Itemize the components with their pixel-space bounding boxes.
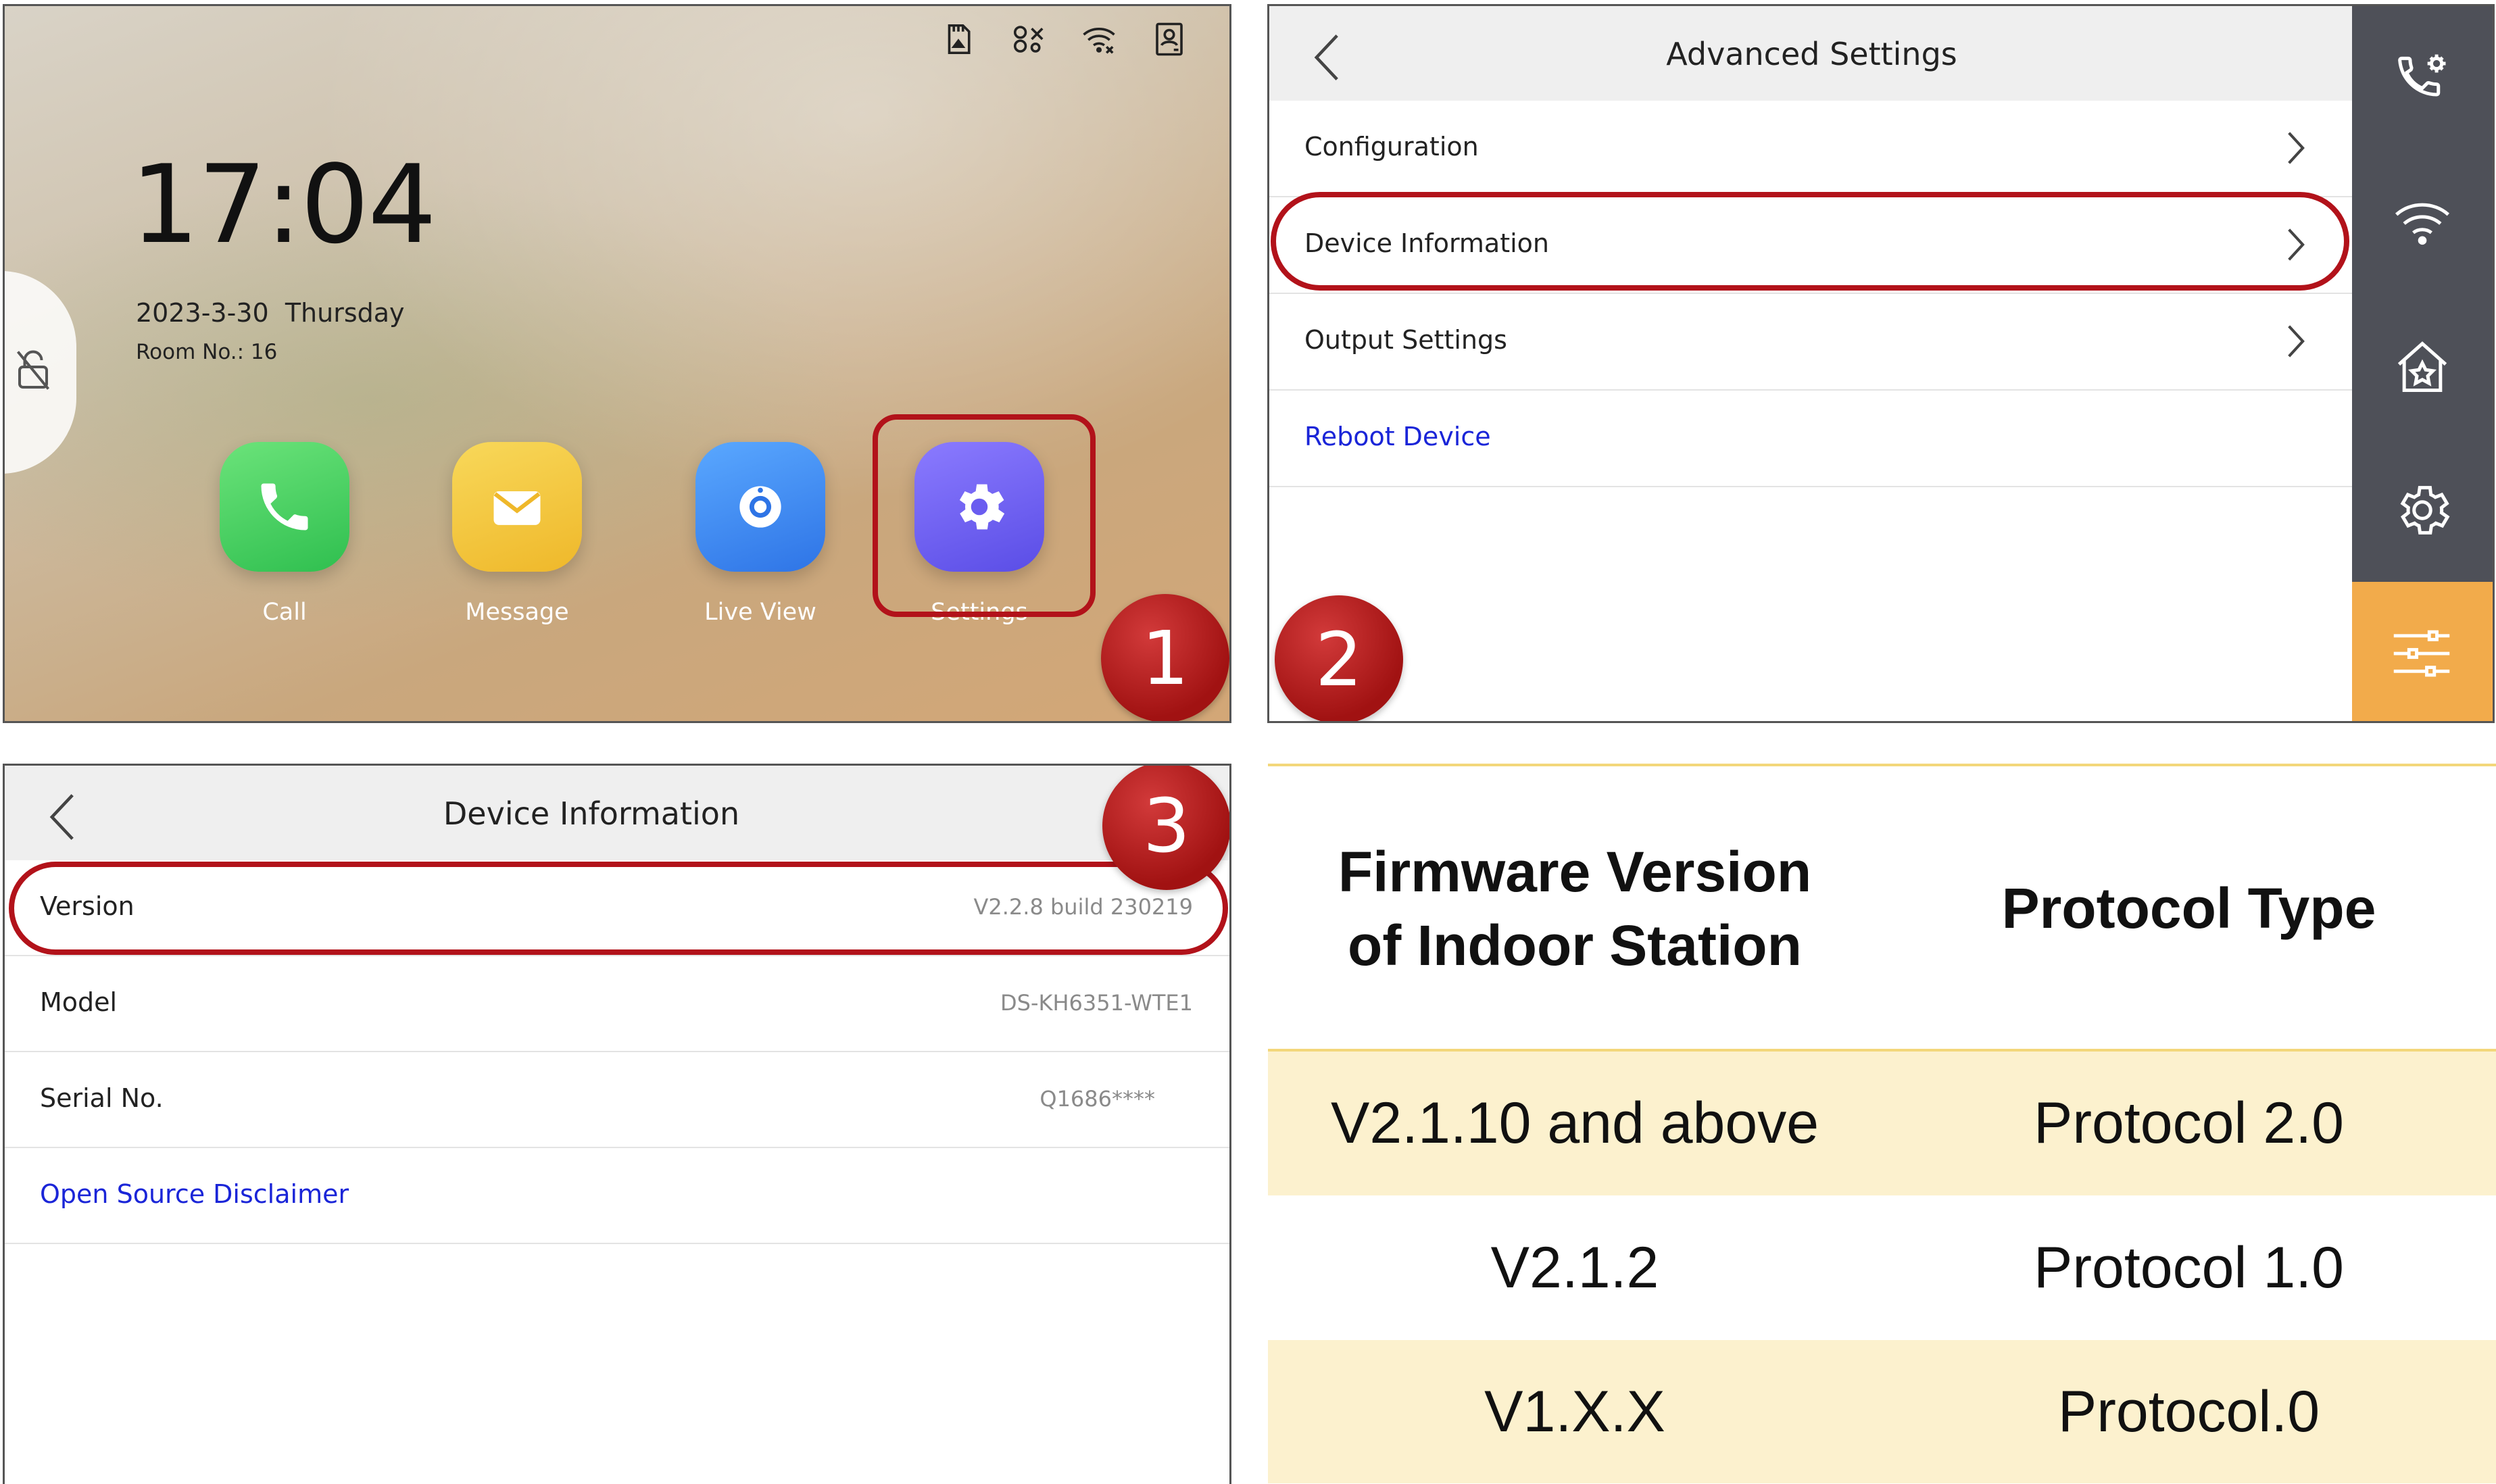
call-settings-icon[interactable] bbox=[2391, 48, 2453, 110]
app-message[interactable]: Message bbox=[449, 442, 585, 626]
protocol-cell: Protocol.0 bbox=[2057, 1379, 2320, 1444]
header-protocol-type: Protocol Type bbox=[2001, 876, 2376, 941]
advanced-settings-header: Advanced Settings bbox=[1269, 6, 2354, 101]
firmware-cell: V1.X.X bbox=[1484, 1379, 1665, 1444]
envelope-icon bbox=[493, 491, 541, 525]
room-number: Room No.: 16 bbox=[136, 340, 278, 364]
unlock-off-icon bbox=[16, 350, 50, 390]
open-source-disclaimer-link[interactable]: Open Source Disclaimer bbox=[40, 1179, 349, 1209]
home-star-icon[interactable] bbox=[2391, 336, 2453, 398]
gear-icon[interactable] bbox=[2391, 479, 2453, 541]
app-call[interactable]: Call bbox=[217, 442, 352, 626]
protocol-cell: Protocol 1.0 bbox=[2034, 1235, 2344, 1300]
menu-item-output-settings[interactable]: Output Settings bbox=[1269, 294, 2354, 391]
device-information-panel: Device Information Version V2.2.8 build … bbox=[3, 764, 1231, 1484]
status-bar bbox=[940, 21, 1188, 57]
step-badge-2: 2 bbox=[1275, 595, 1403, 721]
home-screen-panel: 17:04 2023-3-30 Thursday Room No.: 16 Ca… bbox=[3, 4, 1231, 723]
serial-value: Q1686**** bbox=[1039, 1086, 1155, 1112]
header-firmware-version: Firmware Version of Indoor Station bbox=[1338, 839, 1812, 977]
model-label: Model bbox=[40, 987, 118, 1017]
live-view-tile[interactable] bbox=[695, 442, 825, 572]
table-row: V2.1.10 and above Protocol 2.0 bbox=[1268, 1052, 2496, 1195]
device-information-header: Device Information bbox=[5, 766, 1229, 860]
wifi-icon[interactable] bbox=[2391, 191, 2453, 253]
phone-icon bbox=[261, 483, 308, 530]
device-information-highlight-ring bbox=[1271, 192, 2349, 291]
chevron-right-icon bbox=[2288, 325, 2305, 357]
menu-item-configuration[interactable]: Configuration bbox=[1269, 101, 2354, 197]
serial-label: Serial No. bbox=[40, 1083, 164, 1113]
call-label: Call bbox=[262, 599, 307, 626]
live-view-label: Live View bbox=[704, 599, 816, 626]
link-off-icon bbox=[1013, 26, 1044, 53]
message-tile[interactable] bbox=[452, 442, 582, 572]
menu-item-label: Output Settings bbox=[1304, 325, 1507, 355]
camera-icon bbox=[739, 486, 781, 528]
model-value: DS-KH6351-WTE1 bbox=[1000, 990, 1193, 1016]
info-row-open-source[interactable]: Open Source Disclaimer bbox=[5, 1148, 1229, 1244]
settings-highlight-ring bbox=[873, 414, 1096, 617]
advanced-settings-tab-active[interactable] bbox=[2352, 582, 2493, 721]
info-row-serial: Serial No. Q1686**** bbox=[5, 1052, 1229, 1148]
sliders-icon bbox=[2393, 630, 2450, 677]
table-row: V2.1.2 Protocol 1.0 bbox=[1268, 1195, 2496, 1340]
person-card-icon bbox=[1156, 22, 1183, 56]
sd-card-icon bbox=[948, 24, 971, 55]
page-title: Device Information bbox=[443, 795, 740, 832]
menu-item-label: Configuration bbox=[1304, 132, 1479, 162]
current-date: 2023-3-30 Thursday bbox=[136, 298, 405, 328]
page-title: Advanced Settings bbox=[1666, 36, 1957, 72]
info-row-model: Model DS-KH6351-WTE1 bbox=[5, 956, 1229, 1052]
table-header-row: Firmware Version of Indoor Station Proto… bbox=[1268, 766, 2496, 1052]
step-badge-3: 3 bbox=[1102, 766, 1229, 890]
advanced-settings-panel: Advanced Settings Configuration Device I… bbox=[1267, 4, 2495, 723]
step-badge-1: 1 bbox=[1101, 594, 1229, 721]
firmware-protocol-table: Firmware Version of Indoor Station Proto… bbox=[1268, 764, 2496, 1483]
app-live-view[interactable]: Live View bbox=[693, 442, 828, 626]
message-label: Message bbox=[465, 599, 569, 626]
table-row: V1.X.X Protocol.0 bbox=[1268, 1340, 2496, 1483]
chevron-right-icon bbox=[2288, 132, 2305, 164]
settings-side-rail bbox=[2352, 6, 2493, 582]
reboot-device-link[interactable]: Reboot Device bbox=[1304, 422, 1491, 451]
wifi-icon bbox=[1083, 28, 1115, 54]
protocol-cell: Protocol 2.0 bbox=[2034, 1091, 2344, 1156]
clock-time: 17:04 bbox=[130, 141, 437, 268]
firmware-cell: V2.1.2 bbox=[1490, 1235, 1659, 1300]
firmware-cell: V2.1.10 and above bbox=[1330, 1091, 1819, 1156]
version-highlight-ring bbox=[9, 862, 1228, 955]
call-tile[interactable] bbox=[220, 442, 349, 572]
menu-item-reboot-device[interactable]: Reboot Device bbox=[1269, 391, 2354, 487]
side-pull-tab[interactable] bbox=[5, 271, 76, 474]
